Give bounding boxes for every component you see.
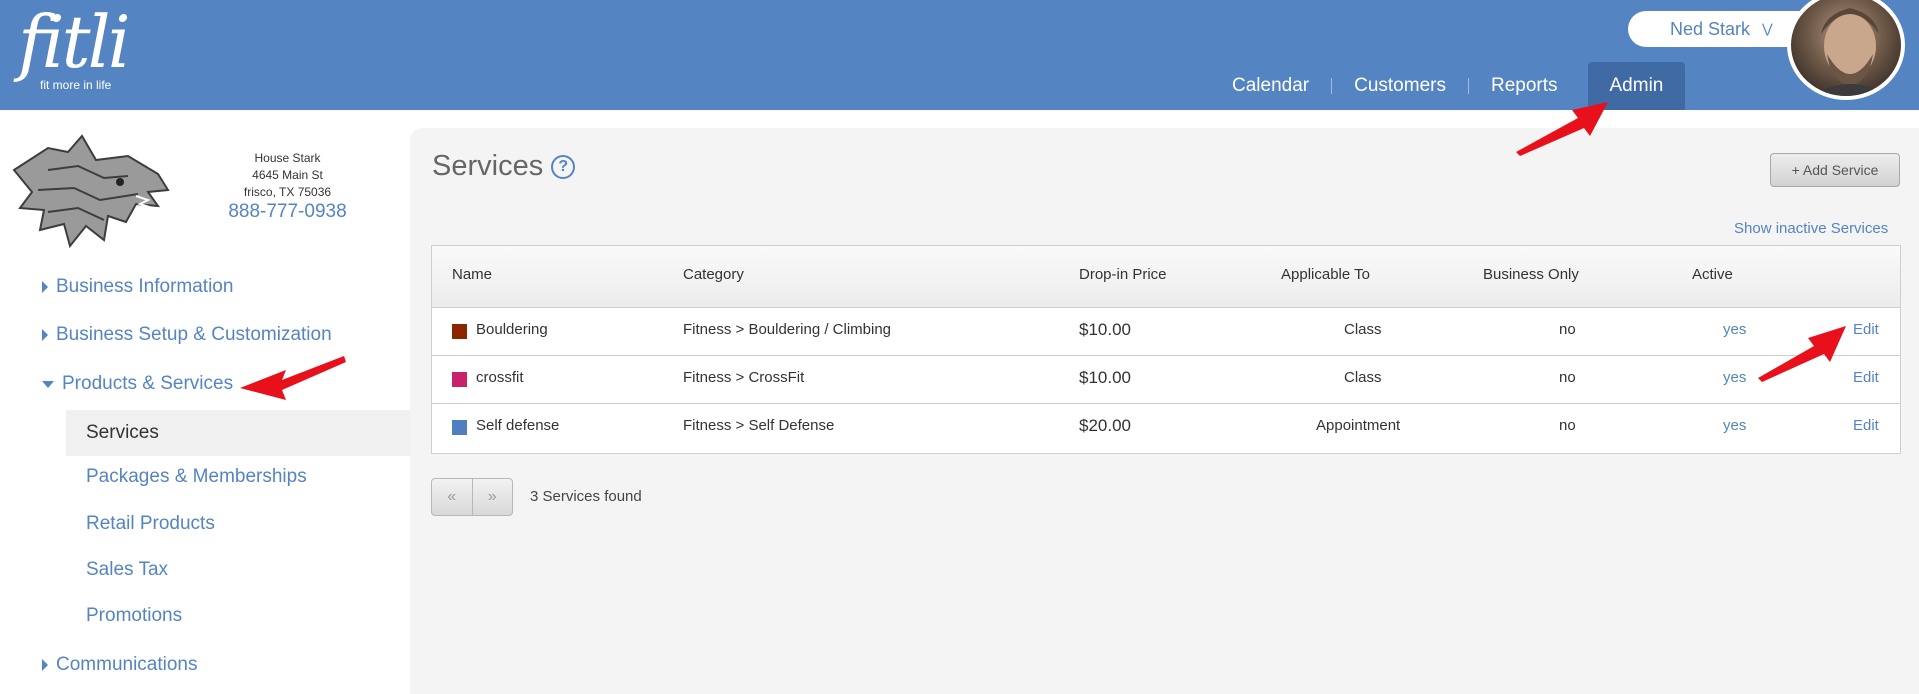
sidebar-subitem-packages[interactable]: Packages & Memberships [86,466,307,488]
sidebar-item-label: Business Setup & Customization [56,324,332,345]
business-street: 4645 Main St [252,168,323,182]
column-header-price[interactable]: Drop-in Price [1079,266,1167,283]
edit-link[interactable]: Edit [1853,369,1879,386]
house-stark-sigil [8,130,176,250]
column-header-business-only[interactable]: Business Only [1483,266,1579,283]
add-service-button[interactable]: + Add Service [1770,153,1900,187]
service-color-swatch [452,372,467,387]
prev-page-button[interactable]: « [432,479,472,515]
service-name: Bouldering [476,321,548,338]
service-name: crossfit [476,369,524,386]
caret-right-icon [42,659,48,671]
annotation-arrow-icon [1758,326,1846,382]
page-title: Services ? [432,150,576,183]
sidebar-item-communications[interactable]: Communications [42,654,198,676]
service-applicable: Class [1344,321,1382,338]
service-category: Fitness > Self Defense [683,417,835,434]
logo-tagline: fit more in life [40,78,112,92]
main-nav: Calendar Customers Reports Admin [1210,62,1686,110]
caret-right-icon [42,281,48,293]
service-category: Fitness > CrossFit [683,369,805,386]
show-inactive-services-link[interactable]: Show inactive Services [1734,220,1888,237]
table-row[interactable]: crossfit Fitness > CrossFit $10.00 Class… [432,356,1900,404]
results-count: 3 Services found [530,488,642,505]
service-name: Self defense [476,417,560,434]
double-chevron-down-icon: ⋁ [1762,21,1773,36]
next-page-button[interactable]: » [471,479,513,515]
sidebar-item-products-services[interactable]: Products & Services [42,373,233,395]
nav-calendar[interactable]: Calendar [1210,62,1331,110]
sidebar-subitem-services[interactable]: Services [66,410,410,456]
sidebar-item-business-information[interactable]: Business Information [42,276,233,298]
nav-customers[interactable]: Customers [1332,62,1468,110]
service-price: $10.00 [1079,368,1131,387]
edit-link[interactable]: Edit [1853,417,1879,434]
column-header-applicable[interactable]: Applicable To [1281,266,1370,283]
annotation-arrow-icon [1516,102,1608,156]
sidebar-item-business-setup[interactable]: Business Setup & Customization [42,324,332,346]
edit-link[interactable]: Edit [1853,321,1879,338]
fitli-logo[interactable]: fitli fit more in life [18,0,131,92]
caret-right-icon [42,329,48,341]
sidebar-item-label: Products & Services [62,373,234,394]
service-business-only: no [1559,321,1576,338]
sidebar-subitem-promotions[interactable]: Promotions [86,605,182,627]
service-business-only: no [1559,369,1576,386]
column-header-active[interactable]: Active [1692,266,1733,283]
service-applicable: Appointment [1316,417,1401,434]
service-applicable: Class [1344,369,1382,386]
top-header: fitli fit more in life Calendar Customer… [0,0,1919,110]
service-active-toggle[interactable]: yes [1723,321,1746,338]
service-active-toggle[interactable]: yes [1723,417,1746,434]
question-circle-icon[interactable]: ? [551,154,576,179]
business-phone: 888-777-0938 [228,201,347,222]
annotation-arrow-icon [240,356,346,400]
sidebar-item-label: Communications [56,654,198,675]
service-price: $10.00 [1079,320,1131,339]
business-name: House Stark [254,151,321,165]
business-info: House Stark 4645 Main St frisco, TX 7503… [205,150,370,222]
service-category: Fitness > Bouldering / Climbing [683,321,892,338]
business-city: frisco, TX 75036 [243,185,332,199]
table-row[interactable]: Bouldering Fitness > Bouldering / Climbi… [432,308,1900,356]
logo-wordmark: fitli [18,0,131,84]
table-header: Name Category Drop-in Price Applicable T… [432,246,1900,308]
service-price: $20.00 [1079,416,1131,435]
service-business-only: no [1559,417,1576,434]
sidebar-item-label: Business Information [56,276,234,297]
pagination: « » [431,478,513,516]
caret-down-icon [42,380,54,388]
table-row[interactable]: Self defense Fitness > Self Defense $20.… [432,404,1900,452]
column-header-category[interactable]: Category [683,266,744,283]
sidebar-subitem-retail-products[interactable]: Retail Products [86,513,215,535]
service-color-swatch [452,420,467,435]
service-active-toggle[interactable]: yes [1723,369,1746,386]
services-table: Name Category Drop-in Price Applicable T… [431,245,1901,454]
sidebar-subitem-label: Services [86,422,159,443]
sidebar-subitem-sales-tax[interactable]: Sales Tax [86,559,168,581]
column-header-name[interactable]: Name [452,266,492,283]
user-name: Ned Stark [1670,18,1751,39]
page-title-text: Services [432,150,544,182]
service-color-swatch [452,324,467,339]
